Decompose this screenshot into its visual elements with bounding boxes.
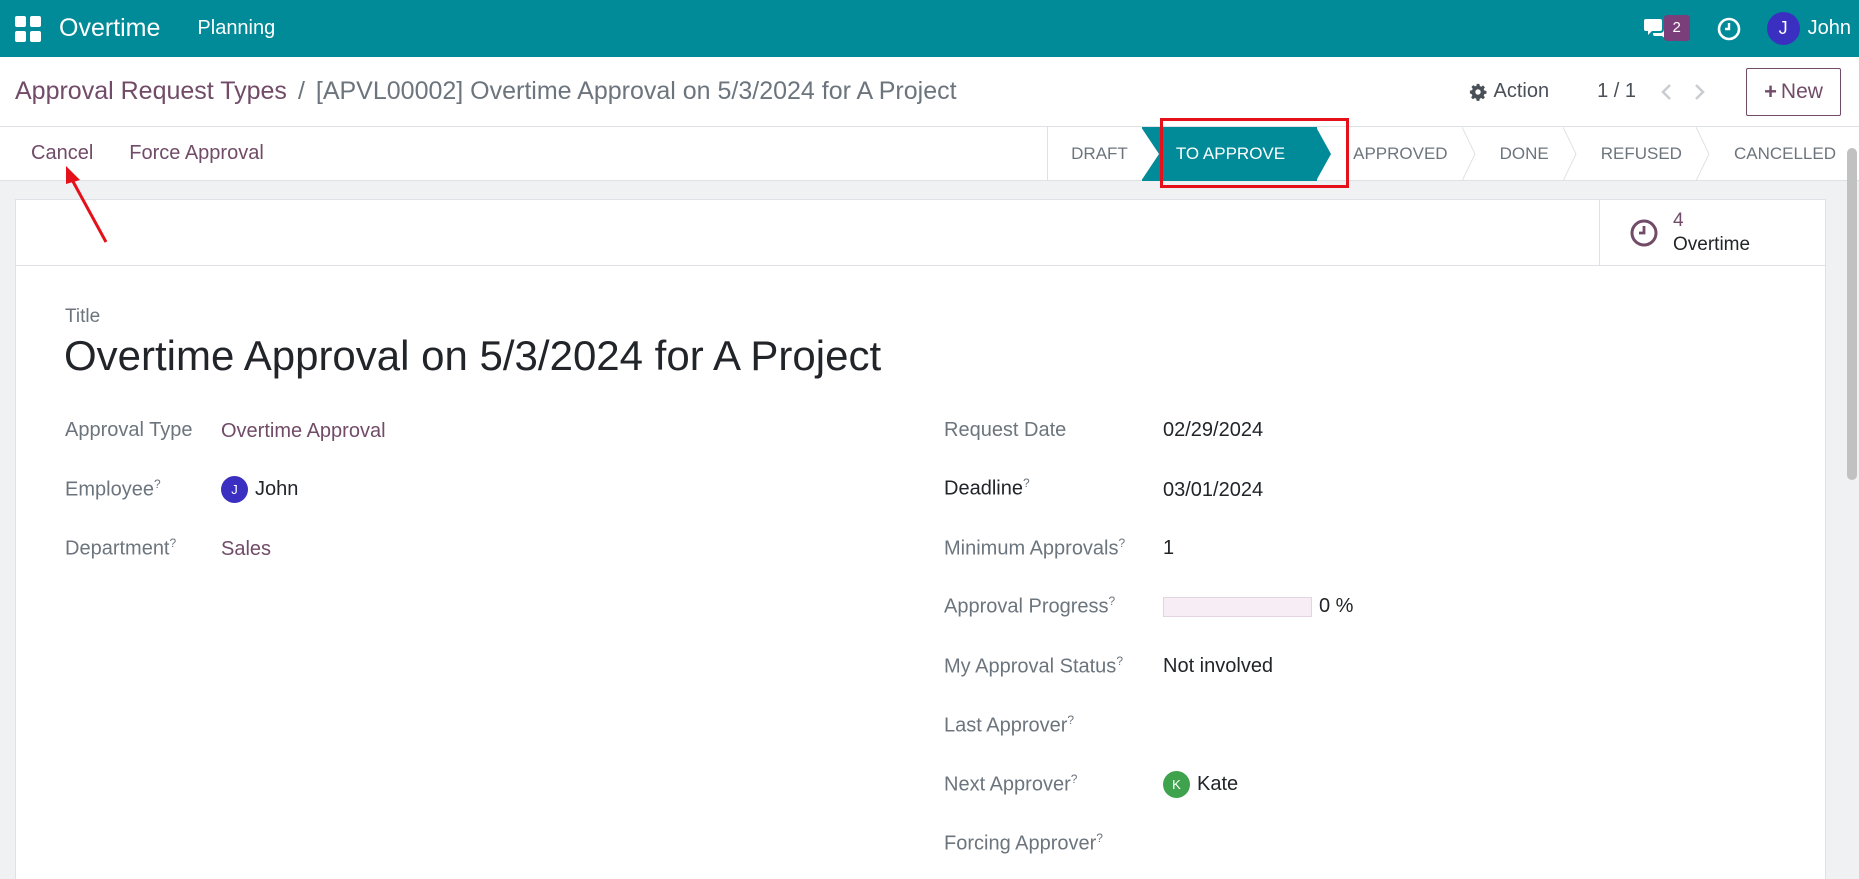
my-approval-status-value: Not involved bbox=[1163, 655, 1274, 677]
pager-next[interactable] bbox=[1688, 80, 1712, 104]
clock-icon bbox=[1717, 17, 1740, 40]
chevron-left-icon bbox=[1661, 83, 1671, 100]
smart-button-text: 4 Overtime bbox=[1673, 209, 1750, 257]
stage-arrow-tip bbox=[1316, 127, 1332, 181]
stage-approved[interactable]: APPROVED bbox=[1317, 127, 1476, 181]
stage-draft[interactable]: DRAFT bbox=[1048, 127, 1142, 181]
menu-planning[interactable]: Planning bbox=[197, 17, 275, 40]
request-date-value[interactable]: 02/29/2024 bbox=[1163, 419, 1263, 442]
approval-type-label: Approval Type bbox=[65, 419, 193, 441]
pager-previous[interactable] bbox=[1654, 80, 1678, 104]
form-sheet: 4 Overtime Title Overtime Approval on 5/… bbox=[15, 199, 1826, 879]
stage-draft-label: DRAFT bbox=[1071, 144, 1128, 163]
breadcrumb-current: [APVL00002] Overtime Approval on 5/3/202… bbox=[315, 77, 957, 105]
action-label: Action bbox=[1493, 80, 1550, 102]
stage-to-approve[interactable]: TO APPROVE bbox=[1140, 127, 1332, 181]
forcing-approver-label: Forcing Approver? bbox=[944, 831, 1103, 855]
overtime-count: 4 bbox=[1673, 210, 1684, 232]
next-approver-name: Kate bbox=[1197, 773, 1239, 795]
breadcrumb-parent[interactable]: Approval Request Types bbox=[15, 77, 287, 106]
chevron-right-icon bbox=[1695, 83, 1705, 100]
employee-name: John bbox=[255, 478, 299, 500]
employee-avatar: J bbox=[221, 476, 248, 503]
control-panel: Approval Request Types / [APVL00002] Ove… bbox=[0, 57, 1859, 127]
title-field[interactable]: Overtime Approval on 5/3/2024 for A Proj… bbox=[64, 332, 881, 380]
user-avatar: J bbox=[1766, 12, 1800, 45]
next-approver-label: Next Approver? bbox=[944, 772, 1078, 796]
stage-refused[interactable]: REFUSED bbox=[1565, 127, 1710, 181]
app-name[interactable]: Overtime bbox=[59, 14, 160, 43]
stage-to-approve-label: TO APPROVE bbox=[1175, 144, 1286, 163]
progress-text: 0 % bbox=[1319, 595, 1354, 617]
stage-separator bbox=[1461, 127, 1476, 181]
new-button[interactable]: + New bbox=[1746, 67, 1841, 116]
department-value[interactable]: Sales bbox=[221, 538, 271, 561]
cancel-button[interactable]: Cancel bbox=[31, 142, 93, 165]
deadline-label: Deadline? bbox=[944, 476, 1030, 500]
user-name: John bbox=[1807, 17, 1851, 39]
top-navbar: Overtime Planning 2 J John bbox=[0, 0, 1859, 57]
apps-menu-icon[interactable] bbox=[14, 15, 42, 43]
department-label: Department? bbox=[65, 536, 177, 560]
stage-cancelled[interactable]: CANCELLED bbox=[1698, 127, 1836, 181]
new-label: New bbox=[1780, 79, 1823, 103]
stage-approved-label: APPROVED bbox=[1353, 144, 1448, 163]
minimum-approvals-value[interactable]: 1 bbox=[1163, 537, 1174, 560]
approval-progress-label: Approval Progress? bbox=[944, 594, 1116, 618]
message-count-badge: 2 bbox=[1663, 14, 1690, 41]
employee-value[interactable]: J John bbox=[221, 476, 298, 503]
control-panel-right: Action 1 / 1 + New bbox=[1469, 67, 1859, 116]
stage-pipeline: DRAFT TO APPROVE APPROVED DONE REFUSED C… bbox=[1047, 127, 1836, 181]
navbar-systray: 2 J John bbox=[1637, 0, 1859, 57]
status-bar: Cancel Force Approval DRAFT TO APPROVE A… bbox=[0, 127, 1859, 181]
my-approval-status-label: My Approval Status? bbox=[944, 654, 1123, 678]
stage-cancelled-label: CANCELLED bbox=[1733, 144, 1836, 163]
last-approver-label: Last Approver? bbox=[944, 713, 1075, 737]
breadcrumb-separator: / bbox=[297, 77, 305, 105]
progress-bar bbox=[1163, 596, 1312, 617]
stage-separator bbox=[1695, 127, 1710, 181]
request-date-label: Request Date bbox=[944, 419, 1067, 441]
stage-refused-label: REFUSED bbox=[1600, 144, 1682, 163]
next-approver-value[interactable]: K Kate bbox=[1163, 771, 1238, 798]
overtime-label: Overtime bbox=[1673, 234, 1751, 255]
messaging-button[interactable]: 2 bbox=[1637, 9, 1690, 49]
next-approver-avatar: K bbox=[1163, 771, 1190, 798]
stage-separator bbox=[1562, 127, 1577, 181]
overtime-smart-button[interactable]: 4 Overtime bbox=[1599, 200, 1825, 266]
employee-label: Employee? bbox=[65, 477, 161, 501]
gear-icon bbox=[1470, 83, 1487, 101]
stage-done-label: DONE bbox=[1499, 144, 1549, 163]
scrollbar-thumb[interactable] bbox=[1847, 148, 1857, 480]
pager-value[interactable]: 1 / 1 bbox=[1597, 80, 1636, 103]
plus-icon: + bbox=[1764, 78, 1777, 104]
title-label: Title bbox=[65, 306, 101, 327]
stage-done[interactable]: DONE bbox=[1464, 127, 1577, 181]
approval-type-value[interactable]: Overtime Approval bbox=[221, 420, 386, 443]
stage-notch bbox=[1140, 127, 1159, 181]
action-button[interactable]: Action bbox=[1469, 80, 1549, 103]
force-approval-button[interactable]: Force Approval bbox=[129, 142, 264, 165]
user-menu[interactable]: J John bbox=[1766, 12, 1851, 45]
minimum-approvals-label: Minimum Approvals? bbox=[944, 536, 1126, 560]
button-box: 4 Overtime bbox=[16, 200, 1825, 266]
clock-icon bbox=[1630, 219, 1658, 247]
activity-button[interactable] bbox=[1709, 9, 1749, 49]
deadline-value[interactable]: 03/01/2024 bbox=[1163, 479, 1263, 502]
approval-progress-value: 0 % bbox=[1163, 595, 1353, 618]
